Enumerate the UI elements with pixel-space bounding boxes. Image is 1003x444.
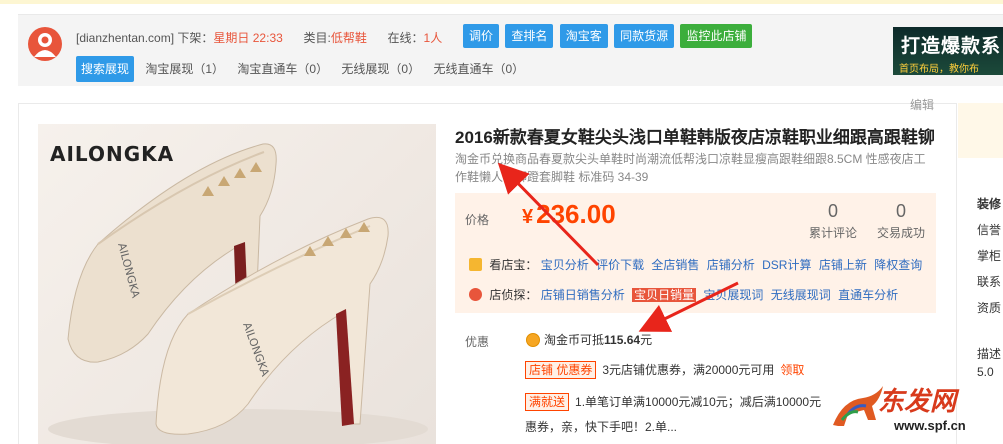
- link-item-analysis[interactable]: 宝贝分析: [541, 258, 589, 272]
- taobaoke-button[interactable]: 淘宝客: [559, 24, 608, 48]
- search-display-button[interactable]: 搜索展现: [76, 56, 135, 82]
- coin-icon: [526, 333, 540, 347]
- coupon-text: 3元店铺优惠券，满20000元可用: [602, 363, 775, 377]
- product-image[interactable]: AILONGKA AILONGKA AILONGKA: [38, 124, 436, 444]
- category-value: 低帮鞋: [330, 31, 367, 45]
- same-source-button[interactable]: 同款货源: [614, 24, 675, 48]
- reviews-label: 累计评论: [808, 226, 857, 240]
- claim-coupon-link[interactable]: 领取: [780, 363, 804, 377]
- watermark-url: www.spf.cn: [894, 418, 966, 433]
- price-label: 价格: [465, 213, 490, 227]
- full-gift-text: 1.单笔订单满10000元减10元；减后满10000元: [575, 395, 822, 409]
- offshelf-label: 下架：: [177, 31, 214, 45]
- plugin-toolbar: [dianzhentan.com] 下架：星期日 22:33 类目:低帮鞋 在线…: [18, 14, 1003, 86]
- sales-label: 交易成功: [876, 226, 925, 240]
- toolbar-info-row: [dianzhentan.com] 下架：星期日 22:33 类目:低帮鞋 在线…: [76, 28, 442, 48]
- edit-link[interactable]: 编辑: [910, 96, 934, 113]
- watermark-text: 东发网: [878, 387, 957, 417]
- reviews-count: 0: [827, 201, 838, 221]
- link-dsr-calc[interactable]: DSR计算: [762, 258, 811, 272]
- toolbar-stats-row: 搜索展现 淘宝展现（1） 淘宝直通车（0） 无线展现（0） 无线直通车（0）: [76, 56, 534, 82]
- link-shop-analysis[interactable]: 店铺分析: [707, 258, 755, 272]
- price-amount: 236.00: [536, 199, 616, 229]
- link-item-keywords[interactable]: 宝贝展现词: [703, 288, 763, 302]
- category-label: 类目:: [303, 31, 331, 45]
- rail-item-contact[interactable]: 联系: [977, 269, 1001, 295]
- price-value: ¥236.00: [522, 199, 616, 230]
- banner-line1: 打造爆款系: [901, 36, 1002, 57]
- stat-taobao-display: 淘宝展现（1）: [145, 62, 225, 76]
- rail-item-credit[interactable]: 信誉: [977, 217, 1001, 243]
- shop-tools-row: 看店宝： 宝贝分析 评价下载 全店销售 店铺分析 DSR计算 店铺上新 降权查询: [469, 255, 926, 275]
- coin-value: 115.64: [604, 333, 641, 347]
- top-strip: [0, 0, 1003, 4]
- link-wireless-keywords[interactable]: 无线展现词: [771, 288, 831, 302]
- product-subtitle: 淘金币兑换商品春夏款尖头单鞋时尚潮流低帮浅口凉鞋显瘦高跟鞋细跟8.5CM 性感夜…: [455, 152, 926, 184]
- coin-prefix: 淘金币可抵: [544, 333, 605, 347]
- coin-row: 淘金币可抵115.64元: [526, 331, 652, 348]
- full-gift-row: 满就送 1.单笔订单满10000元减10元；减后满10000元: [525, 393, 825, 411]
- plugin-logo-icon[interactable]: [28, 27, 62, 61]
- shop-tool-icon: [469, 258, 482, 271]
- sales-stat[interactable]: 0 交易成功: [871, 201, 931, 241]
- rail-item-qualification[interactable]: 资质: [977, 295, 1001, 321]
- toolbar-buttons: 调价 查排名 淘宝客 同款货源 监控此店铺: [463, 24, 755, 48]
- site-name[interactable]: [dianzhentan.com]: [76, 31, 174, 45]
- link-review-download[interactable]: 评价下载: [596, 258, 644, 272]
- banner-ad[interactable]: 打造爆款系 首页布局，教你布: [893, 27, 1003, 75]
- currency-symbol: ¥: [522, 206, 534, 228]
- offshelf-value: 星期日 22:33: [213, 31, 283, 45]
- shop-tool-lead: 看店宝：: [489, 258, 538, 272]
- link-demotion-check[interactable]: 降权查询: [874, 258, 922, 272]
- stat-taobao-ztc: 淘宝直通车（0）: [237, 62, 329, 76]
- shoe-illustration: AILONGKA AILONGKA: [48, 143, 428, 444]
- stat-wireless-display: 无线展现（0）: [341, 62, 421, 76]
- reviews-stat[interactable]: 0 累计评论: [803, 201, 863, 241]
- site-watermark: 东发网 www.spf.cn: [828, 378, 1003, 444]
- link-daily-item-sales[interactable]: 宝贝日销量: [632, 288, 697, 302]
- online-value: 1人: [423, 31, 443, 45]
- coupon-tag: 店铺 优惠券: [525, 361, 597, 379]
- online-label: 在线：: [387, 31, 424, 45]
- rail-items: 装修 信誉 掌柜 联系 资质 描述 5.0: [977, 191, 1001, 385]
- coin-suffix: 元: [640, 333, 653, 347]
- detect-tool-lead: 店侦探：: [489, 288, 538, 302]
- detect-tools-row: 店侦探： 店铺日销售分析 宝贝日销量 宝贝展现词 无线展现词 直通车分析: [469, 285, 902, 305]
- link-ztc-analysis[interactable]: 直通车分析: [838, 288, 898, 302]
- stat-wireless-ztc: 无线直通车（0）: [433, 62, 525, 76]
- link-shop-sales[interactable]: 全店销售: [651, 258, 699, 272]
- rail-item-seller[interactable]: 掌柜: [977, 243, 1001, 269]
- price-box: 价格 ¥236.00 0 累计评论 0 交易成功 看店宝： 宝贝分析 评价下载 …: [455, 193, 936, 313]
- link-shop-new[interactable]: 店铺上新: [819, 258, 867, 272]
- full-gift-text-2: 惠券，亲，快下手吧！2.单...: [525, 420, 678, 434]
- promo-label: 优惠: [465, 335, 490, 349]
- rail-header: [958, 103, 1003, 158]
- monitor-shop-button[interactable]: 监控此店铺: [680, 24, 753, 48]
- coupon-row: 店铺 优惠券 3元店铺优惠券，满20000元可用 领取: [525, 361, 804, 379]
- full-gift-tag: 满就送: [525, 393, 570, 411]
- product-title: 2016新款春夏女鞋尖头浅口单鞋韩版夜店凉鞋职业细跟高跟鞋铆: [455, 128, 935, 147]
- sales-count: 0: [895, 201, 906, 221]
- adjust-price-button[interactable]: 调价: [463, 24, 500, 48]
- check-rank-button[interactable]: 查排名: [505, 24, 554, 48]
- rail-head-label: 装修: [977, 197, 1002, 211]
- link-daily-shop-sales[interactable]: 店铺日销售分析: [541, 288, 625, 302]
- detect-tool-icon: [469, 288, 482, 301]
- banner-line2: 首页布局，教你布: [899, 64, 979, 75]
